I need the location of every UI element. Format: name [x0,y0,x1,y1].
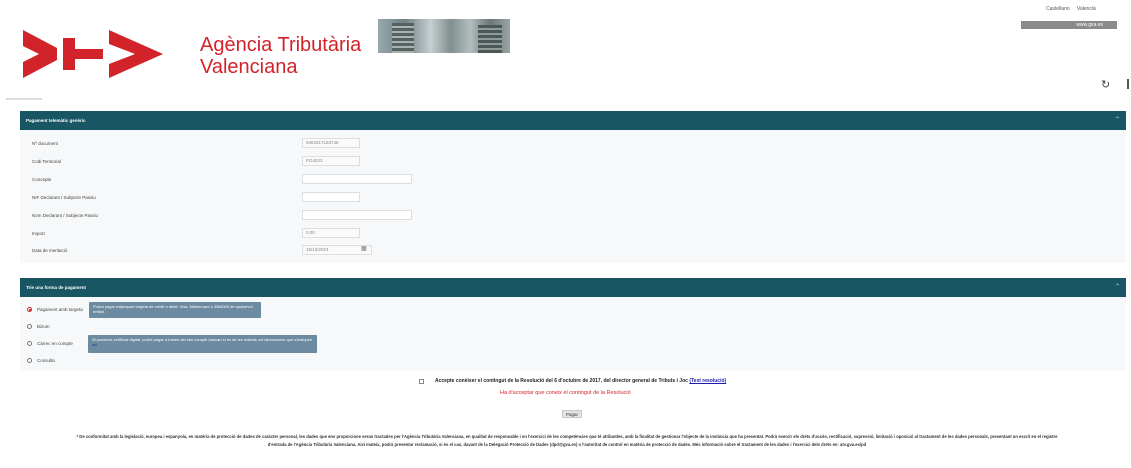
tab-indicator [6,98,42,100]
footer-line-1: * De conformitat amb la legislació, euro… [76,434,1058,439]
accept-label: Accepte conèixer el contingut de la Reso… [435,378,726,384]
name-label: Nom Declarant / Subjecte Passiu [32,213,99,218]
account-tooltip-link[interactable]: ací [92,342,97,347]
panel-header[interactable]: Pagament telemàtic genèric ⌃ [20,111,1126,130]
gva-link[interactable]: www.gva.es [1021,21,1117,29]
radio-card[interactable] [27,307,32,312]
territorial-code-field[interactable]: PG4023 [302,156,360,166]
nif-label: NIF Declarant / Subjecte Passiu [32,195,96,200]
card-tooltip: Podrà pagar mitjançant targeta de crèdit… [89,302,261,318]
chevron-up-icon[interactable]: ⌃ [1115,278,1120,297]
radio-bizum-label[interactable]: Bizum [37,324,50,329]
doc-number-field[interactable]: 0462617163746 [302,138,360,148]
brand-line-2: Valenciana [200,56,298,78]
brand-title: Agència Tributària Valenciana [200,34,361,78]
lang-valencia-link[interactable]: Valencià [1077,6,1096,12]
accept-checkbox[interactable] [419,379,424,384]
accept-error-message: Ha d'acceptar que coneix el contingut de… [500,390,631,396]
radio-consult-label[interactable]: Consulta [37,358,55,363]
account-tooltip-text: Si posseeix certificat digital, podrà pa… [92,337,313,342]
radio-consult[interactable] [27,358,32,363]
accept-text: Accepte conèixer el contingut de la Reso… [435,378,688,384]
lang-castellano-link[interactable]: Castellano [1046,6,1070,12]
concept-field[interactable] [302,174,412,184]
footer-line-2: d'entrada de l'Agència Tributària Valenc… [267,442,867,447]
account-tooltip: Si posseeix certificat digital, podrà pa… [88,335,317,353]
payment-method-panel: Trie una forma de pagament ⌃ Pagament am… [20,278,1126,371]
header-building-image [378,19,510,53]
resolution-text-link[interactable]: (Text resolució) [689,378,726,384]
name-field[interactable] [302,210,412,220]
radio-bizum[interactable] [27,324,32,329]
chevron-up-icon[interactable]: ⌃ [1115,111,1120,130]
amount-field[interactable]: 0,00 [302,228,360,238]
atv-logo-icon [23,30,163,78]
brand-line-1: Agència Tributària [200,34,362,56]
radio-account-label[interactable]: Càrrec en compte [37,341,73,346]
radio-card-label[interactable]: Pagament amb targeta [37,307,83,312]
menu-edge-icon[interactable] [1127,79,1129,89]
territorial-code-label: Codi Territorial [32,159,61,164]
pay-button[interactable]: Pagar [562,410,582,418]
panel-header[interactable]: Trie una forma de pagament ⌃ [20,278,1126,297]
privacy-footer: * De conformitat amb la legislació, euro… [22,433,1112,449]
calendar-icon[interactable]: ▦ [361,245,367,252]
doc-number-label: Nº document [32,141,58,146]
amount-label: Import [32,231,45,236]
language-links: Castellano Valencià [1040,6,1096,12]
payment-form-panel: Pagament telemàtic genèric ⌃ Nº document… [20,111,1126,263]
concept-label: Concepte [32,177,52,182]
accrual-date-label: Data de meritació [32,248,68,253]
refresh-icon[interactable]: ↻ [1101,78,1110,91]
panel-title: Pagament telemàtic genèric [26,118,86,123]
radio-account[interactable] [27,341,32,346]
panel-title: Trie una forma de pagament [26,285,87,290]
nif-field[interactable] [302,192,360,202]
